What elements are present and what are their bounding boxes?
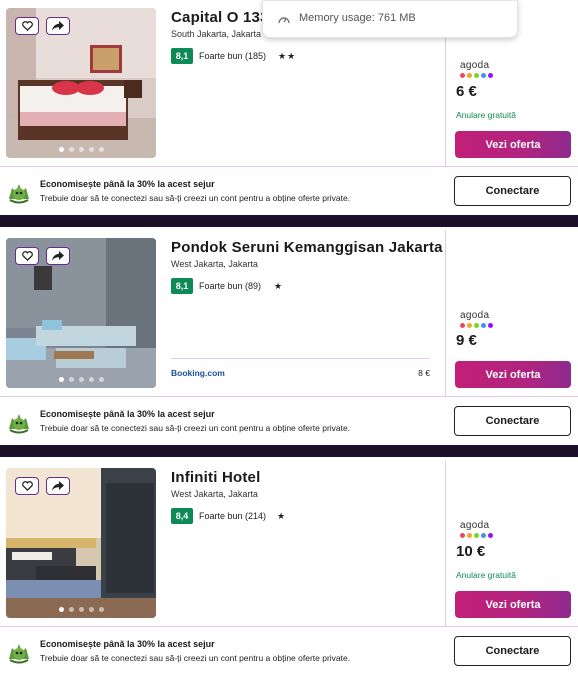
rating-review-text[interactable]: Foarte bun (89) bbox=[199, 281, 261, 291]
hotel-name[interactable]: Infiniti Hotel bbox=[171, 469, 260, 486]
alt-provider-price: 8 € bbox=[418, 368, 430, 378]
memory-usage-text: Memory usage: 761 MB bbox=[299, 12, 416, 24]
login-promo: Economisește până la 30% la acest sejur … bbox=[0, 167, 578, 215]
view-deal-button[interactable]: Vezi oferta bbox=[455, 591, 571, 618]
section-divider bbox=[0, 445, 578, 457]
promo-title: Economisește până la 30% la acest sejur bbox=[40, 409, 215, 419]
hotel-photo[interactable] bbox=[6, 8, 156, 158]
hotel-stars: ★ bbox=[274, 281, 284, 291]
login-promo: Economisește până la 30% la acest sejur … bbox=[0, 627, 578, 673]
promo-subtitle: Trebuie doar să te conectezi sau să-ți c… bbox=[40, 423, 351, 433]
rating-score-badge: 8,1 bbox=[171, 48, 193, 64]
hotel-stars: ★ bbox=[277, 511, 287, 521]
share-arrow-icon bbox=[52, 251, 64, 261]
login-button[interactable]: Conectare bbox=[454, 406, 571, 436]
favorite-button[interactable] bbox=[15, 247, 39, 265]
rating-review-text[interactable]: Foarte bun (185) bbox=[199, 51, 266, 61]
price: 9 € bbox=[456, 332, 477, 349]
mascot-icon bbox=[9, 184, 29, 204]
share-arrow-icon bbox=[52, 481, 64, 491]
hotel-card[interactable]: Pondok Seruni Kemanggisan Jakarta West J… bbox=[0, 230, 578, 397]
login-button[interactable]: Conectare bbox=[454, 636, 571, 666]
hotel-name[interactable]: Capital O 133 bbox=[171, 9, 269, 26]
free-cancellation-label: Anulare gratuită bbox=[456, 570, 517, 580]
section-divider bbox=[0, 215, 578, 227]
provider-logo-agoda: agoda bbox=[460, 521, 500, 538]
free-cancellation-label: Anulare gratuită bbox=[456, 110, 517, 120]
share-arrow-icon bbox=[52, 21, 64, 31]
share-button[interactable] bbox=[46, 247, 70, 265]
column-divider bbox=[445, 230, 446, 397]
hotel-stars: ★★ bbox=[278, 51, 297, 61]
view-deal-button[interactable]: Vezi oferta bbox=[455, 131, 571, 158]
hotel-location: South Jakarta, Jakarta bbox=[171, 29, 262, 39]
rating-review-text[interactable]: Foarte bun (214) bbox=[199, 511, 266, 521]
mascot-icon bbox=[9, 644, 29, 664]
rating-score-badge: 8,4 bbox=[171, 508, 193, 524]
favorite-button[interactable] bbox=[15, 17, 39, 35]
hotel-photo[interactable] bbox=[6, 238, 156, 388]
photo-carousel-dots[interactable] bbox=[6, 147, 156, 152]
provider-logo-agoda: agoda bbox=[460, 61, 500, 78]
hotel-location: West Jakarta, Jakarta bbox=[171, 489, 258, 499]
heart-icon bbox=[21, 481, 33, 491]
photo-carousel-dots[interactable] bbox=[6, 607, 156, 612]
promo-title: Economisește până la 30% la acest sejur bbox=[40, 179, 215, 189]
alt-provider-name: Booking.com bbox=[171, 368, 225, 378]
rating-score-badge: 8,1 bbox=[171, 278, 193, 294]
column-divider bbox=[445, 460, 446, 627]
login-button[interactable]: Conectare bbox=[454, 176, 571, 206]
heart-icon bbox=[21, 21, 33, 31]
provider-logo-agoda: agoda bbox=[460, 311, 500, 328]
heart-icon bbox=[21, 251, 33, 261]
hotel-card[interactable]: Infiniti Hotel West Jakarta, Jakarta 8,4… bbox=[0, 460, 578, 627]
memory-usage-tooltip: Memory usage: 761 MB bbox=[262, 0, 518, 38]
alt-provider-row[interactable]: Booking.com 8 € bbox=[171, 358, 430, 378]
photo-carousel-dots[interactable] bbox=[6, 377, 156, 382]
hotel-name[interactable]: Pondok Seruni Kemanggisan Jakarta bbox=[171, 239, 443, 256]
view-deal-button[interactable]: Vezi oferta bbox=[455, 361, 571, 388]
login-promo: Economisește până la 30% la acest sejur … bbox=[0, 397, 578, 445]
promo-subtitle: Trebuie doar să te conectezi sau să-ți c… bbox=[40, 193, 351, 203]
hotel-listing-3: Infiniti Hotel West Jakarta, Jakarta 8,4… bbox=[0, 460, 578, 673]
hotel-photo[interactable] bbox=[6, 468, 156, 618]
favorite-button[interactable] bbox=[15, 477, 39, 495]
share-button[interactable] bbox=[46, 17, 70, 35]
hotel-listing-2: Pondok Seruni Kemanggisan Jakarta West J… bbox=[0, 230, 578, 445]
promo-subtitle: Trebuie doar să te conectezi sau să-ți c… bbox=[40, 653, 351, 663]
hotel-location: West Jakarta, Jakarta bbox=[171, 259, 258, 269]
price: 10 € bbox=[456, 543, 486, 560]
mascot-icon bbox=[9, 414, 29, 434]
price: 6 € bbox=[456, 83, 477, 100]
gauge-icon bbox=[278, 17, 290, 24]
share-button[interactable] bbox=[46, 477, 70, 495]
promo-title: Economisește până la 30% la acest sejur bbox=[40, 639, 215, 649]
